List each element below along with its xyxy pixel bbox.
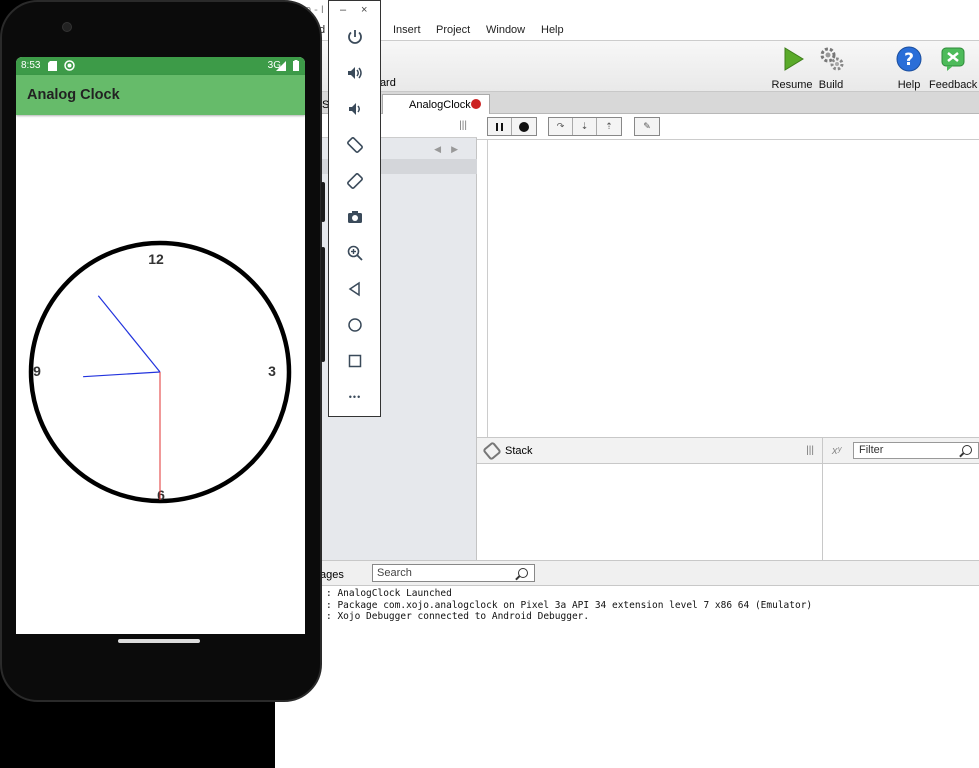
menu-window[interactable]: Window <box>486 24 525 36</box>
variables-icon: xʸ <box>832 445 842 457</box>
step-out-icon: ⇡ <box>605 121 613 131</box>
edit-code-button[interactable]: ✎ <box>635 118 659 135</box>
app-title: Analog Clock <box>27 87 120 103</box>
build-label: Build <box>818 79 844 91</box>
step-control-group: ↷ ⇣ ⇡ <box>548 117 622 136</box>
nav-arrows-icon[interactable]: ◀▶ <box>434 144 468 155</box>
signal-icon <box>276 61 286 71</box>
search-placeholder: Search <box>377 567 412 579</box>
overview-button[interactable] <box>344 350 366 372</box>
feedback-button[interactable]: Feedback <box>929 45 977 91</box>
screenshot-button[interactable] <box>344 206 366 228</box>
menu-project[interactable]: Project <box>436 24 470 36</box>
feedback-label: Feedback <box>929 79 978 91</box>
edit-code-group: ✎ <box>634 117 660 136</box>
stack-list[interactable] <box>477 464 823 560</box>
column-handle-icon[interactable]: ||| <box>459 120 467 131</box>
rotate-right-button[interactable] <box>344 170 366 192</box>
clock-label-6: 6 <box>157 487 165 503</box>
back-triangle-icon <box>348 281 360 297</box>
camera-icon <box>348 211 362 223</box>
gears-icon <box>820 47 844 71</box>
stack-icon <box>482 441 502 461</box>
pause-button[interactable] <box>488 118 512 135</box>
minimize-button[interactable]: – <box>340 4 346 16</box>
rotate-left-icon <box>347 137 363 153</box>
volume-down-icon <box>349 103 360 115</box>
app-bar: Analog Clock <box>16 75 305 115</box>
gesture-home-bar[interactable] <box>118 639 200 643</box>
step-over-button[interactable]: ↷ <box>549 118 573 135</box>
search-icon <box>962 445 972 455</box>
log-line: : Xojo Debugger connected to Android Deb… <box>326 611 590 622</box>
volume-side-key[interactable] <box>321 247 325 362</box>
menu-help[interactable]: Help <box>541 24 564 36</box>
pause-icon <box>496 122 503 131</box>
step-out-button[interactable]: ⇡ <box>597 118 621 135</box>
more-button[interactable]: ••• <box>344 386 366 408</box>
run-control-group <box>487 117 537 136</box>
home-circle-icon <box>348 318 362 332</box>
rotate-right-icon <box>347 173 363 189</box>
messages-search-input[interactable]: Search <box>372 564 535 582</box>
status-time: 8:53 <box>21 60 41 71</box>
step-over-icon: ↷ <box>556 121 565 131</box>
stack-title: Stack <box>505 445 533 457</box>
volume-down-button[interactable] <box>344 98 366 120</box>
build-button[interactable]: Build <box>807 45 855 91</box>
step-in-button[interactable]: ⇣ <box>573 118 597 135</box>
front-camera <box>62 22 72 32</box>
battery-icon <box>293 60 299 71</box>
tab-analogclock[interactable]: AnalogClock <box>382 94 490 115</box>
status-bar: 8:53 3G <box>16 57 305 75</box>
zoom-button[interactable] <box>344 242 366 264</box>
phone-screen: 8:53 3G Analog Clock 12 3 6 9 <box>16 57 305 634</box>
android-phone-frame: 8:53 3G Analog Clock 12 3 6 9 <box>0 0 325 702</box>
bug-icon <box>471 99 481 109</box>
search-icon <box>518 568 528 578</box>
volume-up-icon <box>348 67 362 79</box>
clock-label-3: 3 <box>268 363 276 379</box>
messages-title: ages <box>320 569 344 581</box>
app-status-icon <box>64 60 75 71</box>
help-button[interactable]: ? Help <box>885 45 933 91</box>
filter-placeholder: Filter <box>859 444 884 456</box>
variables-list[interactable] <box>823 464 979 560</box>
power-icon <box>348 30 362 44</box>
code-editor[interactable] <box>487 140 979 437</box>
power-button[interactable] <box>344 26 366 48</box>
rotate-left-button[interactable] <box>344 134 366 156</box>
stop-button[interactable] <box>512 118 536 135</box>
debugger-toolbar: ↷ ⇣ ⇡ ✎ <box>477 114 979 140</box>
menu-insert[interactable]: Insert <box>393 24 421 36</box>
help-icon: ? <box>896 46 922 72</box>
stop-icon <box>519 121 529 132</box>
emulator-toolbar: – × ••• <box>328 0 381 417</box>
messages-log: : AnalogClock Launched : Package com.xoj… <box>320 586 979 768</box>
clock-label-9: 9 <box>33 363 41 379</box>
volume-up-button[interactable] <box>344 62 366 84</box>
stack-header: Stack ||| <box>477 437 823 464</box>
log-line: : Package com.xojo.analogclock on Pixel … <box>326 600 813 611</box>
overview-square-icon <box>348 354 362 368</box>
close-button[interactable]: × <box>361 4 367 16</box>
tab-analogclock-label: AnalogClock <box>409 99 471 111</box>
step-in-icon: ⇣ <box>580 121 589 131</box>
sd-card-icon <box>48 61 57 71</box>
back-button[interactable] <box>344 278 366 300</box>
clock-label-12: 12 <box>148 251 164 267</box>
log-line: : AnalogClock Launched <box>326 588 452 599</box>
zoom-icon <box>347 245 363 261</box>
pencil-icon: ✎ <box>643 121 651 131</box>
analog-clock: 12 3 6 9 <box>28 240 292 504</box>
feedback-icon <box>941 47 965 71</box>
power-side-key[interactable] <box>321 182 325 222</box>
filter-input[interactable]: Filter <box>853 442 979 459</box>
svg-text:?: ? <box>904 50 914 70</box>
play-icon <box>784 47 804 71</box>
help-label: Help <box>897 79 921 91</box>
column-handle-icon[interactable]: ||| <box>806 445 814 456</box>
home-button[interactable] <box>344 314 366 336</box>
